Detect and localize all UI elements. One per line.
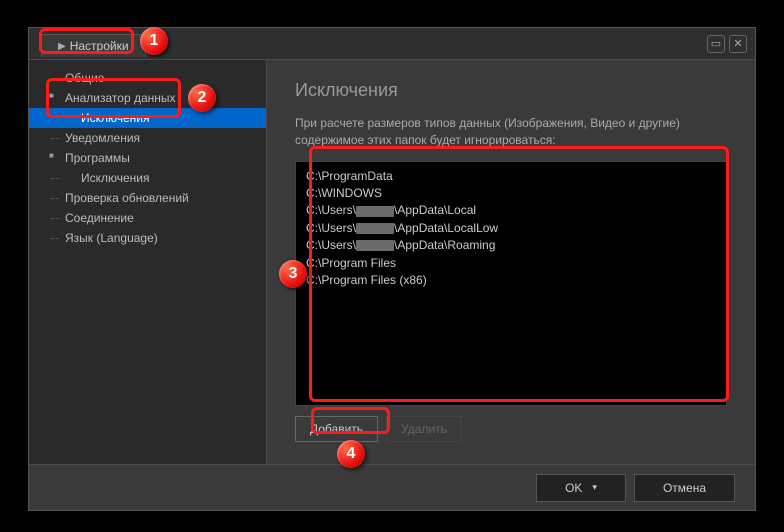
list-item[interactable]: C:\Program Files [306,255,716,272]
redacted-text [356,206,394,217]
content-area: Общие Анализатор данных Исключения Уведо… [29,60,755,464]
description-text: При расчете размеров типов данных (Изобр… [295,115,727,149]
list-item[interactable]: C:\Users\\AppData\Roaming [306,237,716,254]
tab-settings[interactable]: ▶ Настройки [41,34,146,57]
chevron-right-icon: ▶ [58,41,66,52]
add-button[interactable]: Добавить [295,416,378,442]
list-buttons: Добавить Удалить [295,416,727,442]
sidebar-item-programs[interactable]: Программы [29,148,266,168]
sidebar-item-notifications[interactable]: Уведомления [29,128,266,148]
main-panel: Исключения При расчете размеров типов да… [267,60,755,464]
chevron-down-icon: ▾ [592,482,597,493]
cancel-button[interactable]: Отмена [634,474,735,502]
page-title: Исключения [295,80,727,101]
close-button[interactable]: ✕ [729,35,747,53]
minimize-button[interactable]: ▭ [707,35,725,53]
exclusions-listbox[interactable]: C:\ProgramData C:\WINDOWS C:\Users\\AppD… [295,161,727,406]
delete-button: Удалить [386,416,462,442]
sidebar-item-analyzer[interactable]: Анализатор данных [29,88,266,108]
titlebar-buttons: ▭ ✕ [707,35,747,53]
sidebar: Общие Анализатор данных Исключения Уведо… [29,60,267,464]
list-item[interactable]: C:\WINDOWS [306,185,716,202]
sidebar-item-updates[interactable]: Проверка обновлений [29,188,266,208]
ok-button[interactable]: OK▾ [536,474,626,502]
titlebar: ▶ Настройки ▭ ✕ [29,28,755,60]
tab-label: Настройки [70,39,129,53]
list-item[interactable]: C:\Users\\AppData\Local [306,202,716,219]
redacted-text [356,240,394,251]
list-item[interactable]: C:\Program Files (x86) [306,272,716,289]
list-item[interactable]: C:\ProgramData [306,168,716,185]
sidebar-item-general[interactable]: Общие [29,68,266,88]
redacted-text [356,223,394,234]
sidebar-item-exclusions-analyzer[interactable]: Исключения [29,108,266,128]
sidebar-item-connection[interactable]: Соединение [29,208,266,228]
list-item[interactable]: C:\Users\\AppData\LocalLow [306,220,716,237]
sidebar-item-language[interactable]: Язык (Language) [29,228,266,248]
sidebar-item-exclusions-programs[interactable]: Исключения [29,168,266,188]
settings-window: ▶ Настройки ▭ ✕ Общие Анализатор данных … [28,27,756,511]
footer: OK▾ Отмена [29,464,755,510]
